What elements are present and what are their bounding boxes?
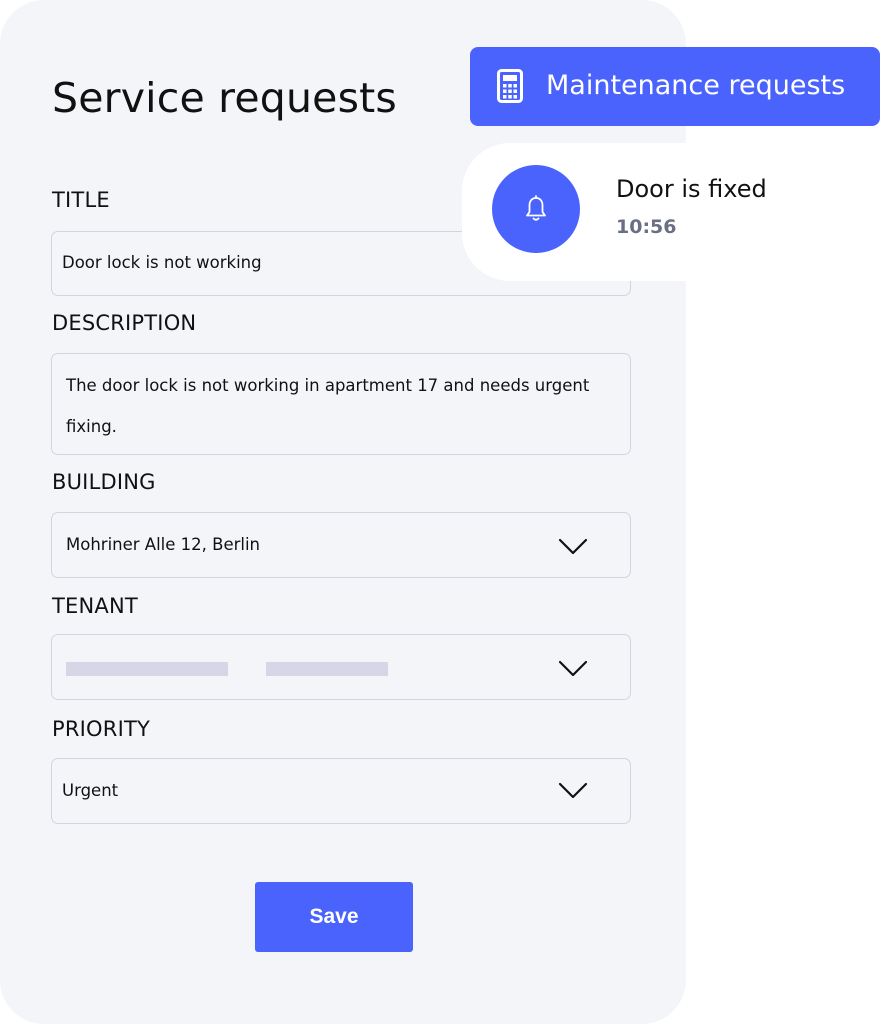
title-input-value: Door lock is not working (62, 253, 262, 272)
priority-select-value: Urgent (62, 781, 119, 800)
priority-label: PRIORITY (52, 717, 151, 741)
maintenance-requests-label: Maintenance requests (546, 70, 846, 101)
save-button[interactable]: Save (255, 882, 413, 952)
page-title: Service requests (52, 74, 397, 122)
building-label: BUILDING (52, 470, 156, 494)
tenant-placeholder-bar (266, 662, 388, 676)
tenant-select[interactable] (51, 634, 631, 700)
notification-time: 10:56 (616, 216, 677, 238)
stage: Service requests TITLE Door lock is not … (0, 0, 880, 1024)
bell-icon (526, 195, 546, 221)
notification-card[interactable]: Door is fixed 10:56 (462, 143, 880, 281)
priority-select[interactable]: Urgent (51, 758, 631, 824)
tenant-label: TENANT (52, 594, 138, 618)
chevron-down-icon (558, 538, 588, 555)
building-select[interactable]: Mohriner Alle 12, Berlin (51, 512, 631, 578)
chevron-down-icon (558, 660, 588, 677)
tenant-placeholder-bar (66, 662, 228, 676)
calculator-icon (497, 69, 523, 103)
notification-icon-circle (492, 165, 580, 253)
description-label: DESCRIPTION (52, 311, 197, 335)
title-label: TITLE (52, 188, 110, 212)
building-select-value: Mohriner Alle 12, Berlin (66, 535, 261, 554)
chevron-down-icon (558, 782, 588, 799)
notification-title: Door is fixed (616, 175, 767, 203)
maintenance-requests-banner[interactable]: Maintenance requests (470, 47, 880, 126)
description-textarea-value: The door lock is not working in apartmen… (66, 376, 590, 436)
description-textarea[interactable]: The door lock is not working in apartmen… (51, 353, 631, 455)
